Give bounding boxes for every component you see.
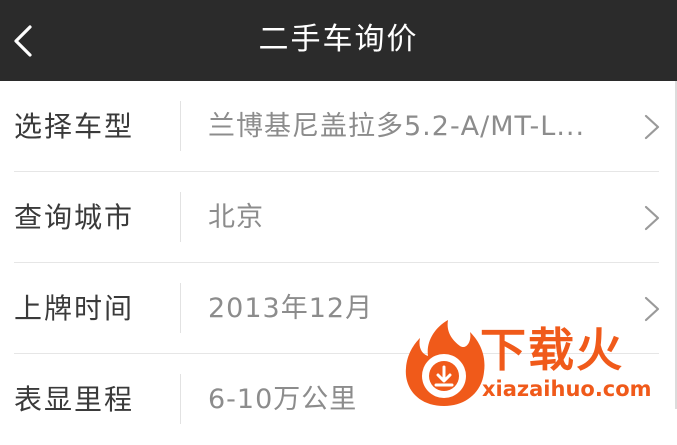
row-label: 表显里程 (14, 383, 135, 416)
row-label: 选择车型 (14, 110, 135, 143)
page-title: 二手车询价 (258, 22, 419, 57)
app-header: 二手车询价 (0, 0, 677, 81)
watermark: 下载火 xiazaihuo.com (398, 318, 677, 409)
divider (180, 101, 181, 151)
flame-logo-icon (405, 320, 485, 406)
row-value: 兰博基尼盖拉多5.2-A/MT-L... (208, 111, 586, 142)
chevron-right-icon (644, 205, 660, 231)
row-value: 北京 (208, 202, 264, 233)
row-car-model[interactable]: 选择车型 兰博基尼盖拉多5.2-A/MT-L... (0, 81, 677, 172)
row-query-city[interactable]: 查询城市 北京 (0, 172, 677, 263)
divider (180, 374, 181, 424)
divider (180, 192, 181, 242)
chevron-right-icon (644, 114, 660, 140)
row-label: 查询城市 (14, 201, 135, 234)
watermark-title: 下载火 (480, 323, 624, 377)
divider (180, 283, 181, 333)
row-label: 上牌时间 (14, 292, 135, 325)
watermark-url: xiazaihuo.com (482, 377, 652, 401)
